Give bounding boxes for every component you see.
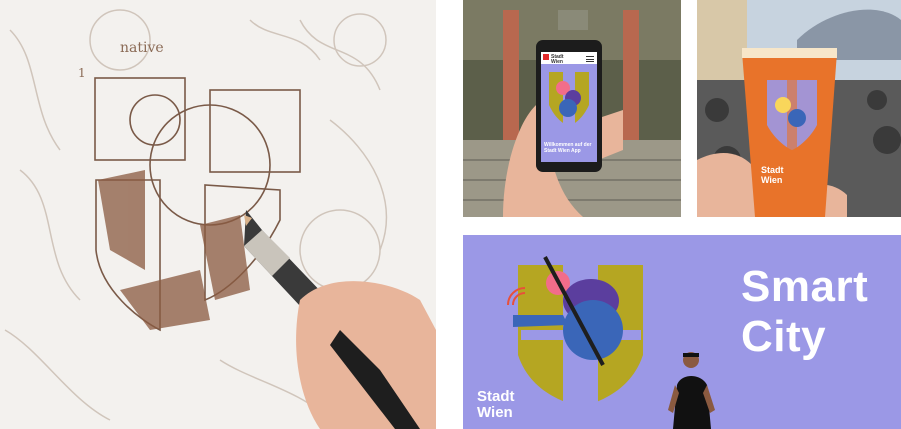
phone-photo-scene [463,0,681,217]
sketch-drawing [0,0,436,429]
cup-logo-line2: Wien [761,175,783,185]
banner-title-line2: City [741,312,827,361]
sketch-photo: native 1 [0,0,436,429]
banner-logo-line1: Stadt [477,388,515,405]
banner-title-line1: Smart [741,262,869,311]
hamburger-menu-icon[interactable] [586,56,594,62]
sketch-step-number: 1 [78,66,86,80]
smart-city-banner: Smart City Stadt Wien [463,235,901,429]
phone-app-logo-line2: Wien [551,59,563,65]
phone-welcome-text: Willkommen auf der Stadt Wien App [544,142,592,154]
cup-photo: Stadt Wien [697,0,901,217]
cup-logo-line1: Stadt [761,165,784,175]
sketch-word: native [120,40,164,56]
cup-photo-scene [697,0,901,217]
banner-logo-line2: Wien [477,404,513,421]
phone-photo: Stadt Wien Willkommen auf der Stadt Wien… [463,0,681,217]
